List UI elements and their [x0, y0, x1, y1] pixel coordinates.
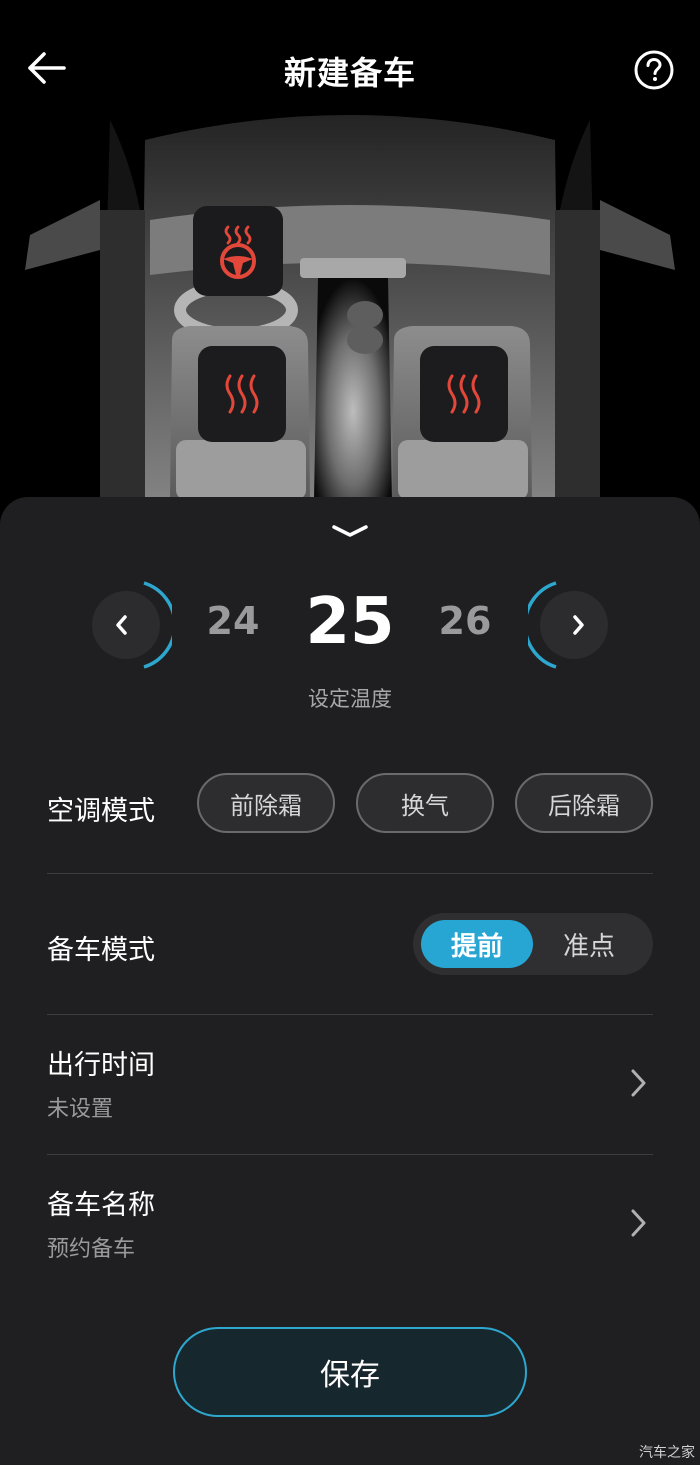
- chevron-right-icon: [631, 1069, 646, 1097]
- prep-name-title: 备车名称: [47, 1190, 155, 1221]
- departure-time-row[interactable]: 出行时间 未设置: [0, 1027, 700, 1157]
- steering-heat-toggle[interactable]: [193, 206, 283, 296]
- temp-current-value: 25: [305, 585, 395, 659]
- departure-time-value: 未设置: [47, 1097, 114, 1122]
- settings-panel: 24 25 26 设定温度 空调模式 前除霜 换气 后除霜 备车模式 提前 准点…: [0, 497, 700, 1465]
- ac-mode-label: 空调模式: [47, 796, 155, 827]
- departure-time-title: 出行时间: [47, 1050, 155, 1081]
- car-interior-illustration: [25, 115, 675, 500]
- temp-next-value[interactable]: 26: [425, 599, 505, 643]
- divider: [47, 873, 653, 874]
- question-circle-icon: [634, 50, 674, 90]
- page-title: 新建备车: [283, 54, 416, 92]
- steering-wheel-heat-icon: [220, 225, 256, 279]
- right-seat-heat-toggle[interactable]: [420, 346, 508, 442]
- divider: [47, 1014, 653, 1015]
- help-button[interactable]: [632, 48, 676, 92]
- save-button[interactable]: 保存: [173, 1327, 527, 1417]
- divider: [47, 1154, 653, 1155]
- collapse-panel-button[interactable]: [330, 521, 370, 543]
- chevron-left-icon: [92, 581, 177, 669]
- chevron-down-icon: [332, 525, 368, 537]
- prep-name-row[interactable]: 备车名称 预约备车: [0, 1167, 700, 1297]
- prep-mode-label: 备车模式: [47, 935, 155, 966]
- top-bar: 新建备车: [0, 0, 700, 140]
- prep-mode-ontime-option[interactable]: 准点: [533, 920, 645, 968]
- temp-increase-button[interactable]: [523, 577, 608, 673]
- temp-prev-value[interactable]: 24: [193, 599, 273, 643]
- rear-defrost-button[interactable]: 后除霜: [515, 773, 653, 833]
- watermark: 汽车之家: [639, 1445, 695, 1461]
- temp-decrease-button[interactable]: [92, 577, 177, 673]
- temperature-selector: 24 25 26: [0, 567, 700, 687]
- prep-name-value: 预约备车: [47, 1237, 136, 1262]
- car-interior-view: [0, 100, 700, 520]
- chevron-right-icon: [523, 581, 608, 669]
- prep-mode-advance-option[interactable]: 提前: [421, 920, 533, 968]
- front-defrost-button[interactable]: 前除霜: [197, 773, 335, 833]
- left-seat-heat-toggle[interactable]: [198, 346, 286, 442]
- prep-mode-toggle: 提前 准点: [413, 913, 653, 975]
- seat-heat-icon: [447, 374, 481, 414]
- seat-heat-icon: [225, 374, 259, 414]
- temp-label: 设定温度: [308, 687, 392, 711]
- ventilation-button[interactable]: 换气: [356, 773, 494, 833]
- chevron-right-icon: [631, 1209, 646, 1237]
